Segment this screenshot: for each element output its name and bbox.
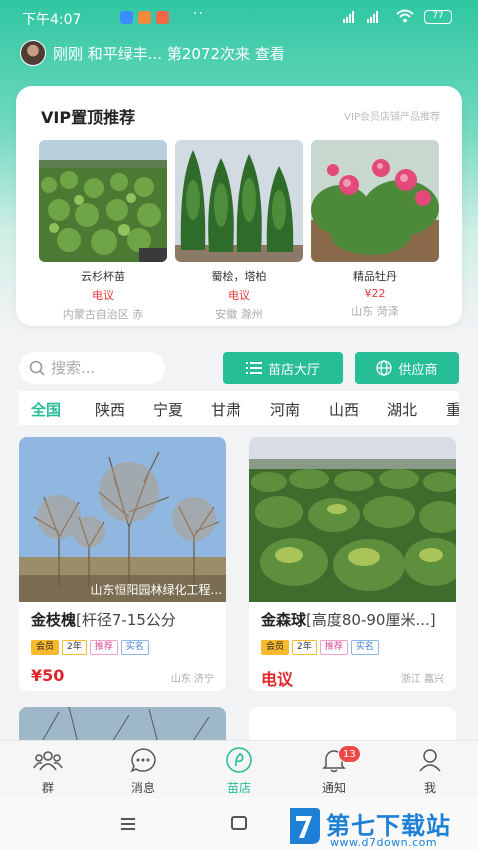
tab-more[interactable]: 重	[446, 399, 459, 420]
search-box[interactable]	[19, 352, 165, 384]
recommend-badge: 推荐	[319, 640, 348, 655]
product-title: 金枝槐[杆径7-15公分	[31, 609, 221, 630]
signal-icon-2	[367, 11, 378, 23]
visitor-avatar	[20, 40, 46, 66]
signal-icon	[343, 11, 354, 23]
verified-badge: 实名	[120, 640, 149, 655]
supplier-button[interactable]: 供应商	[355, 352, 459, 384]
tab-all[interactable]: 全国	[31, 399, 61, 420]
member-badge: 会员	[261, 640, 290, 655]
tab-ningxia[interactable]: 宁夏	[153, 399, 183, 420]
product-badges: 会员 2年 推荐 实名	[31, 640, 149, 655]
product-image	[249, 437, 456, 602]
vip-item-image	[175, 140, 303, 262]
member-badge: 会员	[31, 640, 60, 655]
province-tabs: 全国 陕西 宁夏 甘肃 河南 山西 湖北 重	[19, 391, 459, 425]
chat-notification-icon	[120, 11, 133, 24]
search-icon	[29, 360, 45, 376]
watermark-url: www.d7down.com	[330, 836, 438, 849]
watermark-logo	[290, 808, 320, 844]
vip-item-price: 电议	[228, 289, 250, 302]
product-location: 浙江 嘉兴	[400, 674, 444, 685]
vip-item-location: 安徽 滁州	[215, 308, 263, 321]
nav-label: 苗店	[226, 781, 251, 795]
home-icon[interactable]	[231, 816, 247, 830]
group-icon	[33, 751, 63, 771]
notification-icons	[120, 11, 169, 24]
tab-shanxi[interactable]: 山西	[329, 399, 359, 420]
nav-item-shop[interactable]: 苗店	[209, 747, 269, 796]
vip-item-location: 山东 菏泽	[351, 305, 399, 318]
vip-subtitle[interactable]: VIP会员店铺产品推荐	[344, 108, 440, 123]
app-notification-icon	[138, 11, 151, 24]
vip-item[interactable]: 蜀桧，塔柏 电议 安徽 滁州	[175, 140, 303, 322]
product-spec: [杆径7-15公分	[76, 611, 176, 629]
shop-icon	[226, 747, 252, 773]
product-card[interactable]: 金森球[高度80-90厘米...] 会员 2年 推荐 实名 电议 浙江 嘉兴	[249, 437, 456, 691]
vip-item[interactable]: 精品牡丹 ¥22 山东 菏泽	[311, 140, 439, 319]
nursery-hall-label: 苗店大厅	[267, 362, 320, 378]
product-card[interactable]: 山东恒阳园林绿化工程... 金枝槐[杆径7-15公分 会员 2年 推荐 实名 ¥…	[19, 437, 226, 691]
nav-label: 通知	[321, 781, 346, 795]
tab-shaanxi[interactable]: 陕西	[95, 399, 125, 420]
vip-title: VIP置顶推荐	[41, 108, 136, 127]
more-notifications-icon: ··	[193, 6, 204, 22]
vip-item-price: 电议	[92, 289, 114, 302]
vip-item-image	[311, 140, 439, 262]
nursery-hall-button[interactable]: 苗店大厅	[223, 352, 343, 384]
tab-henan[interactable]: 河南	[270, 399, 300, 420]
visitor-text: 刚刚 和平绿丰... 第2072次来 查看	[53, 44, 285, 63]
watermark: 第七下载站 www.d7down.com	[286, 806, 476, 849]
list-icon	[245, 362, 262, 374]
status-time: 下午4:07	[22, 12, 82, 28]
globe-icon	[376, 360, 393, 376]
product-badges: 会员 2年 推荐 实名	[261, 640, 379, 655]
product-price: ¥50	[31, 666, 65, 685]
verified-badge: 实名	[350, 640, 379, 655]
vip-item-price: ¥22	[364, 287, 386, 300]
status-bar: 下午4:07 ·· 77	[0, 0, 478, 34]
recent-apps-icon[interactable]	[121, 818, 135, 833]
years-badge: 2年	[292, 640, 317, 655]
vip-item-image	[39, 140, 167, 262]
shop-notification-icon	[156, 11, 169, 24]
vip-item-name: 精品牡丹	[353, 270, 397, 283]
battery-icon: 77	[424, 10, 452, 24]
nav-item-group[interactable]: 群	[18, 747, 78, 796]
notification-count-badge: 13	[338, 745, 361, 763]
product-image-caption: 山东恒阳园林绿化工程...	[90, 583, 222, 597]
product-title: 金森球[高度80-90厘米...]	[261, 609, 451, 630]
bottom-nav: 群 消息 苗店 13 通知 我	[0, 740, 478, 798]
search-input[interactable]	[51, 359, 151, 377]
nav-item-notifications[interactable]: 13 通知	[304, 745, 364, 796]
wifi-icon	[396, 9, 414, 27]
nav-item-profile[interactable]: 我	[400, 747, 460, 796]
product-name: 金森球	[261, 611, 307, 629]
product-price: 电议	[261, 670, 294, 689]
vip-item-location: 内蒙古自治区 赤	[62, 308, 144, 321]
nav-label: 消息	[130, 781, 155, 795]
message-icon	[130, 748, 156, 773]
nav-label: 我	[423, 781, 436, 795]
vip-item-name: 云杉杯苗	[81, 270, 125, 283]
recommend-badge: 推荐	[89, 640, 118, 655]
tab-gansu[interactable]: 甘肃	[211, 399, 241, 420]
profile-icon	[419, 749, 441, 772]
nav-item-messages[interactable]: 消息	[113, 747, 173, 796]
nav-label: 群	[41, 781, 54, 795]
vip-recommend-card: VIP置顶推荐 VIP会员店铺产品推荐 云杉杯苗 电议 内蒙古自治区 赤 蜀桧，…	[16, 86, 462, 326]
tab-hubei[interactable]: 湖北	[387, 399, 417, 420]
vip-item[interactable]: 云杉杯苗 电议 内蒙古自治区 赤	[39, 140, 167, 322]
supplier-label: 供应商	[398, 362, 438, 378]
vip-item-name: 蜀桧，塔柏	[211, 270, 267, 283]
product-name: 金枝槐	[31, 611, 77, 629]
product-location: 山东 济宁	[170, 674, 214, 685]
visitor-notice[interactable]: 刚刚 和平绿丰... 第2072次来 查看	[20, 40, 285, 66]
product-image: 山东恒阳园林绿化工程...	[19, 437, 226, 602]
product-spec: [高度80-90厘米...]	[306, 611, 436, 629]
years-badge: 2年	[62, 640, 87, 655]
